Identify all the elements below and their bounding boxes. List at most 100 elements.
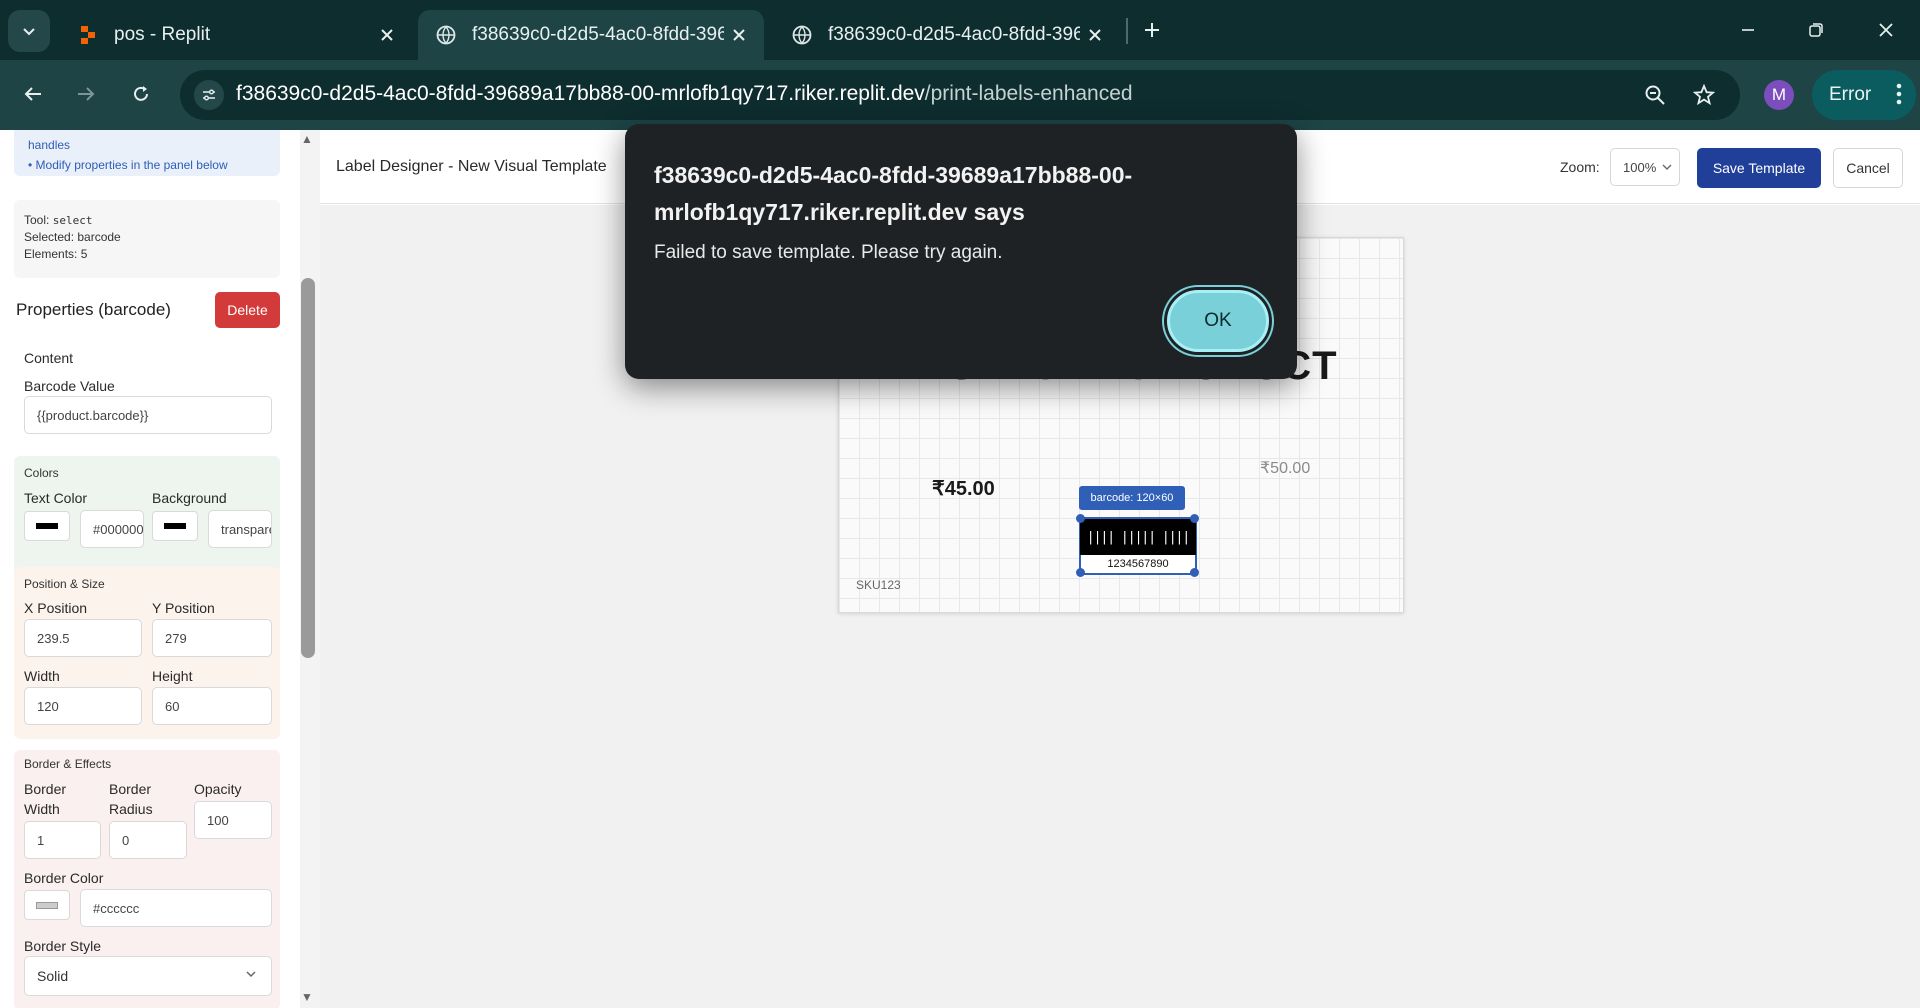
- resize-handle[interactable]: [1076, 568, 1085, 577]
- close-tab-icon[interactable]: [372, 20, 402, 50]
- resize-handle[interactable]: [1076, 514, 1085, 523]
- y-position-input[interactable]: 279: [152, 619, 272, 657]
- zoom-indicator-icon[interactable]: [1640, 80, 1670, 110]
- cancel-button[interactable]: Cancel: [1833, 148, 1903, 188]
- tab-label-designer-2[interactable]: f38639c0-d2d5-4ac0-8fdd-3968: [774, 10, 1120, 60]
- height-label: Height: [152, 668, 193, 684]
- zoom-label: Zoom:: [1560, 159, 1600, 175]
- save-template-button[interactable]: Save Template: [1697, 148, 1821, 188]
- scroll-up-arrow-icon[interactable]: ▲: [301, 132, 313, 146]
- border-radius-input[interactable]: 0: [109, 821, 187, 859]
- new-tab-button[interactable]: [1136, 14, 1168, 46]
- resize-handle[interactable]: [1190, 568, 1199, 577]
- border-width-label: Width: [24, 801, 60, 817]
- instructions-box: handles • Modify properties in the panel…: [14, 130, 280, 176]
- x-position-input[interactable]: 239.5: [24, 619, 142, 657]
- minimize-icon: [1742, 29, 1754, 31]
- error-label: Error: [1829, 84, 1872, 105]
- arrow-left-icon: [24, 87, 41, 101]
- elements-count: Elements: 5: [24, 247, 88, 261]
- restore-icon: [1809, 23, 1823, 37]
- resize-handle[interactable]: [1190, 514, 1199, 523]
- replit-icon: [81, 26, 95, 44]
- selected-info: Selected: barcode: [24, 230, 121, 244]
- background-label: Background: [152, 490, 227, 506]
- tool-label: Tool:: [24, 213, 50, 227]
- zoom-value: 100%: [1623, 159, 1657, 175]
- barcode-size-tag: barcode: 120×60: [1079, 486, 1185, 510]
- delete-element-button[interactable]: Delete: [215, 292, 280, 328]
- border-color-input[interactable]: #cccccc: [80, 889, 272, 927]
- more-menu-icon: [1896, 83, 1902, 105]
- close-tab-icon[interactable]: [724, 20, 754, 50]
- back-button[interactable]: [15, 76, 51, 112]
- text-color-swatch[interactable]: [24, 511, 70, 541]
- globe-icon: [792, 25, 812, 45]
- minimize-button[interactable]: [1724, 10, 1772, 50]
- mrp-element[interactable]: ₹50.00: [1260, 458, 1310, 478]
- text-color-input[interactable]: #000000: [80, 510, 144, 548]
- globe-icon: [436, 25, 456, 45]
- bookmark-star-icon[interactable]: [1689, 80, 1719, 110]
- border-style-value: Solid: [37, 968, 69, 984]
- price-element[interactable]: ₹45.00: [932, 476, 995, 501]
- site-settings-icon[interactable]: [194, 80, 224, 110]
- chevron-down-icon: [246, 971, 256, 978]
- properties-sidebar: handles • Modify properties in the panel…: [0, 130, 300, 1008]
- chevron-down-icon: [23, 28, 35, 36]
- browser-error-button[interactable]: Error: [1812, 70, 1916, 120]
- border-width-input[interactable]: 1: [24, 821, 101, 859]
- sidebar-scroll-thumb[interactable]: [301, 278, 315, 658]
- scroll-down-arrow-icon[interactable]: ▼: [301, 990, 313, 1004]
- reload-button[interactable]: [123, 76, 159, 112]
- colors-heading: Colors: [24, 466, 59, 480]
- arrow-right-icon: [78, 87, 95, 101]
- tab-pos-replit[interactable]: pos - Replit: [60, 10, 412, 60]
- properties-title: Properties (barcode): [16, 300, 171, 319]
- barcode-number: 1234567890: [1107, 558, 1169, 570]
- height-input[interactable]: 60: [152, 687, 272, 725]
- content-heading: Content: [24, 350, 74, 366]
- close-icon: [1879, 23, 1893, 37]
- debug-info: Tool: select Selected: barcode Elements:…: [14, 200, 280, 278]
- border-radius-label: Radius: [109, 801, 153, 817]
- border-style-select[interactable]: Solid: [24, 956, 272, 996]
- tab-title: pos - Replit: [114, 24, 211, 45]
- border-width-label: Border: [24, 781, 67, 797]
- background-color-swatch[interactable]: [152, 511, 198, 541]
- address-url[interactable]: f38639c0-d2d5-4ac0-8fdd-39689a17bb88-00-…: [236, 82, 1133, 106]
- sku-element[interactable]: SKU123: [856, 578, 901, 592]
- tab-search-button[interactable]: [8, 10, 50, 52]
- designer-title: Label Designer - New Visual Template: [336, 158, 607, 175]
- background-color-input[interactable]: transparent: [208, 510, 272, 548]
- ok-button[interactable]: OK: [1167, 290, 1269, 352]
- border-color-swatch[interactable]: [24, 890, 70, 920]
- close-tab-icon[interactable]: [1080, 20, 1110, 50]
- forward-button[interactable]: [68, 76, 104, 112]
- width-input[interactable]: 120: [24, 687, 142, 725]
- hint-line: handles: [28, 138, 71, 152]
- tab-title: f38639c0-d2d5-4ac0-8fdd-3968: [828, 24, 1080, 45]
- opacity-label: Opacity: [194, 781, 242, 797]
- text-color-label: Text Color: [24, 490, 88, 506]
- border-style-label: Border Style: [24, 938, 102, 954]
- close-window-button[interactable]: [1862, 10, 1910, 50]
- barcode-value-label: Barcode Value: [24, 378, 115, 394]
- barcode-bars: |||| ||||| ||||: [1080, 519, 1196, 555]
- reload-icon: [134, 86, 148, 101]
- y-position-label: Y Position: [152, 600, 215, 616]
- opacity-input[interactable]: 100: [194, 801, 272, 839]
- border-color-label: Border Color: [24, 870, 104, 886]
- barcode-value-input[interactable]: {{product.barcode}}: [24, 396, 272, 434]
- zoom-select[interactable]: 100%: [1610, 148, 1680, 186]
- x-position-label: X Position: [24, 600, 88, 616]
- border-heading: Border & Effects: [24, 757, 112, 771]
- restore-button[interactable]: [1792, 10, 1840, 50]
- position-heading: Position & Size: [24, 577, 105, 591]
- border-radius-label: Border: [109, 781, 152, 797]
- tab-label-designer-active[interactable]: f38639c0-d2d5-4ac0-8fdd-3968: [418, 10, 764, 60]
- tab-title: f38639c0-d2d5-4ac0-8fdd-3968: [472, 24, 724, 45]
- width-label: Width: [24, 668, 60, 684]
- dialog-title: f38639c0-d2d5-4ac0-8fdd-39689a17bb88-00-…: [654, 162, 1133, 225]
- profile-avatar[interactable]: M: [1764, 80, 1794, 110]
